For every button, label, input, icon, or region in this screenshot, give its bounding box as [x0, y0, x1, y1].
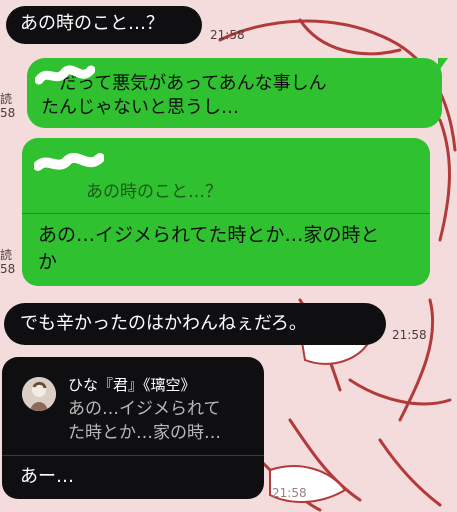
message-bubble-incoming-reply[interactable]: ひな『君』《璃空》 あの…イジメられて た時とか…家の時… あー…	[2, 357, 264, 499]
divider	[2, 455, 264, 456]
message-text: あの時のこと…？	[20, 13, 164, 34]
message-timestamp: 21:58	[392, 328, 427, 342]
quoted-sender-name: ひな『君』《璃空》	[68, 376, 196, 394]
read-receipt: 読 58	[0, 248, 16, 276]
quoted-text: あの…イジメられて た時とか…家の時…	[68, 399, 221, 443]
message-text: あー…	[20, 466, 74, 487]
message-bubble-incoming[interactable]: でも辛かったのはかわんねぇだろ。	[4, 303, 386, 345]
avatar-image	[22, 377, 56, 411]
message-bubble-outgoing[interactable]: だって悪気があってあんな事しん たんじゃないと思うし…	[27, 58, 448, 128]
redaction-scribble	[35, 65, 95, 85]
message-timestamp: 21:58	[272, 486, 307, 500]
message-text-line: たんじゃないと思うし…	[41, 97, 239, 118]
message-text: あの…イジメられてた時とか…家の時と か	[38, 224, 380, 273]
read-receipt: 読 58	[0, 92, 16, 120]
quoted-message[interactable]: あの時のこと…？	[22, 138, 430, 214]
quoted-text: あの時のこと…？	[86, 182, 222, 202]
message-timestamp: 21:58	[210, 28, 245, 42]
bubble-tail	[438, 58, 448, 72]
message-text-line: だって悪気があってあんな事しん	[41, 73, 327, 94]
message-bubble-outgoing-reply[interactable]: あの時のこと…？ あの…イジメられてた時とか…家の時と か	[22, 138, 430, 286]
message-bubble-incoming[interactable]: あの時のこと…？	[6, 6, 202, 44]
message-text: でも辛かったのはかわんねぇだろ。	[20, 313, 307, 334]
avatar[interactable]	[22, 377, 56, 411]
redaction-scribble	[34, 153, 104, 171]
